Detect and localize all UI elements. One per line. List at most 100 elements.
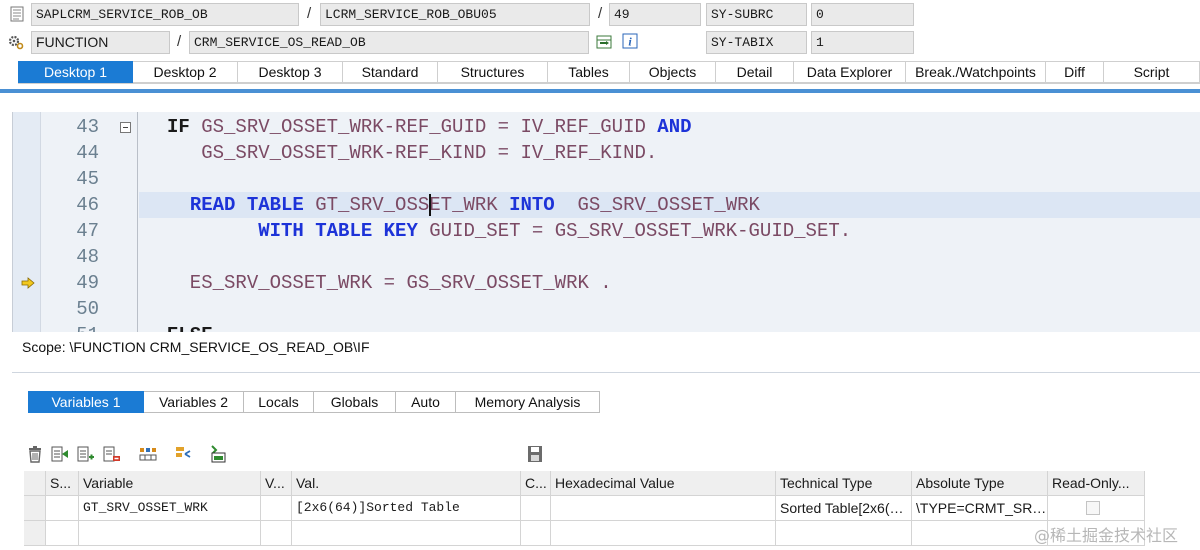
- tab-structures[interactable]: Structures: [438, 61, 548, 83]
- layout-toggle-icon[interactable]: [596, 34, 612, 50]
- empty-cell: [521, 521, 551, 546]
- delete-row-icon[interactable]: [103, 445, 121, 463]
- line-number: 46: [76, 194, 99, 216]
- column-header[interactable]: Val.: [292, 471, 521, 496]
- read-only-checkbox: [1086, 501, 1100, 515]
- hex-value-cell: [551, 496, 776, 521]
- tab-tables[interactable]: Tables: [548, 61, 630, 83]
- keyword: TABLE: [246, 194, 304, 216]
- fold-toggle-icon[interactable]: [120, 122, 131, 133]
- column-header[interactable]: Technical Type: [776, 471, 912, 496]
- variables-tabbar: Variables 1 Variables 2 Locals Globals Auto M…: [28, 391, 600, 413]
- code-token: GT_SRV_OSSET_WRK: [303, 194, 510, 216]
- status-cell: [46, 496, 79, 521]
- sysvar-value-field: 1: [811, 31, 914, 54]
- line-number-field: 49: [609, 3, 701, 26]
- value-cell[interactable]: [2x6(64)]Sorted Table: [292, 496, 521, 521]
- tab-variables-2[interactable]: Variables 2: [144, 391, 244, 413]
- current-statement-arrow-icon: [21, 277, 35, 289]
- code-line[interactable]: 45: [13, 166, 1200, 192]
- pane-divider[interactable]: [12, 372, 1200, 373]
- absolute-type-cell: \TYPE=CRMT_SR…: [912, 496, 1048, 521]
- column-header[interactable]: V...: [261, 471, 292, 496]
- keyword: KEY: [383, 220, 418, 242]
- code-token: GUID_SET = GS_SRV_OSSET_WRK-GUID_SET.: [417, 220, 852, 242]
- line-number: 49: [76, 272, 99, 294]
- tab-desktop-2[interactable]: Desktop 2: [133, 61, 238, 83]
- row-selector[interactable]: [24, 521, 46, 546]
- column-header[interactable]: Variable: [79, 471, 261, 496]
- code-line[interactable]: 44 GS_SRV_OSSET_WRK-REF_KIND = IV_REF_KI…: [13, 140, 1200, 166]
- tab-diff[interactable]: Diff: [1046, 61, 1104, 83]
- column-header[interactable]: Hexadecimal Value: [551, 471, 776, 496]
- layout-icon[interactable]: [139, 445, 157, 463]
- code-line[interactable]: 49 ES_SRV_OSSET_WRK = GS_SRV_OSSET_WRK .: [13, 270, 1200, 296]
- tab-detail[interactable]: Detail: [716, 61, 794, 83]
- column-header[interactable]: S...: [46, 471, 79, 496]
- column-header[interactable]: Absolute Type: [912, 471, 1048, 496]
- tab-break-watchpoints[interactable]: Break./Watchpoints: [906, 61, 1046, 83]
- empty-cell: [261, 521, 292, 546]
- code-text: GS_SRV_OSSET_WRK-REF_KIND = IV_REF_KIND.: [167, 140, 657, 166]
- variable-input-cell[interactable]: [79, 521, 261, 546]
- export-icon[interactable]: [208, 445, 226, 463]
- keyword: IF: [167, 116, 190, 138]
- code-line[interactable]: 48: [13, 244, 1200, 270]
- keyword: WITH: [258, 220, 304, 242]
- sysvar-name-field: SY-SUBRC: [706, 3, 807, 26]
- line-number: 45: [76, 168, 99, 190]
- object-kind-field: FUNCTION: [31, 31, 170, 54]
- scope-label: Scope: \FUNCTION CRM_SERVICE_OS_READ_OB\…: [22, 339, 370, 355]
- tab-memory-analysis[interactable]: Memory Analysis: [456, 391, 600, 413]
- save-icon[interactable]: [526, 445, 544, 463]
- insert-row-icon[interactable]: [51, 445, 69, 463]
- append-row-icon[interactable]: [77, 445, 95, 463]
- empty-cell: [551, 521, 776, 546]
- info-icon[interactable]: i: [622, 33, 638, 49]
- tab-locals[interactable]: Locals: [244, 391, 314, 413]
- row-selector-header[interactable]: [24, 471, 46, 496]
- gear-icon: [8, 35, 24, 50]
- technical-type-cell: Sorted Table[2x6(…: [776, 496, 912, 521]
- view-cell[interactable]: [261, 496, 292, 521]
- empty-cell: [46, 521, 79, 546]
- tab-script[interactable]: Script: [1104, 61, 1200, 83]
- filter-icon[interactable]: [174, 445, 192, 463]
- code-line[interactable]: 51 ELSE: [13, 322, 1200, 332]
- tab-variables-1[interactable]: Variables 1: [28, 391, 144, 413]
- tab-standard[interactable]: Standard: [343, 61, 438, 83]
- tab-desktop-1[interactable]: Desktop 1: [18, 61, 133, 83]
- tab-auto[interactable]: Auto: [396, 391, 456, 413]
- column-header[interactable]: C...: [521, 471, 551, 496]
- code-text: READ TABLE GT_SRV_OSSET_WRK INTO GS_SRV_…: [167, 192, 760, 218]
- empty-cell: [292, 521, 521, 546]
- code-token: GS_SRV_OSSET_WRK-REF_GUID = IV_REF_GUID: [189, 116, 658, 138]
- tab-globals[interactable]: Globals: [314, 391, 396, 413]
- tab-data-explorer[interactable]: Data Explorer: [794, 61, 906, 83]
- code-text: WITH TABLE KEY GUID_SET = GS_SRV_OSSET_W…: [167, 218, 851, 244]
- code-text: IF GS_SRV_OSSET_WRK-REF_GUID = IV_REF_GU…: [167, 114, 692, 140]
- tab-desktop-3[interactable]: Desktop 3: [238, 61, 343, 83]
- source-editor[interactable]: 43 IF GS_SRV_OSSET_WRK-REF_GUID = IV_REF_…: [12, 112, 1200, 332]
- code-token: GS_SRV_OSSET_WRK-REF_KIND = IV_REF_KIND.: [167, 142, 658, 164]
- code-line[interactable]: 46 READ TABLE GT_SRV_OSSET_WRK INTO GS_S…: [13, 192, 1200, 218]
- code-text: ES_SRV_OSSET_WRK = GS_SRV_OSSET_WRK .: [167, 270, 612, 296]
- line-number: 50: [76, 298, 99, 320]
- code-line[interactable]: 50: [13, 296, 1200, 322]
- code-line[interactable]: 43 IF GS_SRV_OSSET_WRK-REF_GUID = IV_REF_…: [13, 114, 1200, 140]
- row-selector[interactable]: [24, 496, 46, 521]
- tab-objects[interactable]: Objects: [630, 61, 716, 83]
- delete-icon[interactable]: [26, 445, 44, 463]
- code-text: ELSE: [167, 322, 213, 332]
- code-line[interactable]: 47 WITH TABLE KEY GUID_SET = GS_SRV_OSSE…: [13, 218, 1200, 244]
- variable-name-cell[interactable]: GT_SRV_OSSET_WRK: [79, 496, 261, 521]
- sysvar-value-field: 0: [811, 3, 914, 26]
- line-number: 43: [76, 116, 99, 138]
- separator: /: [177, 33, 182, 50]
- column-header[interactable]: Read-Only...: [1048, 471, 1145, 496]
- line-number: 48: [76, 246, 99, 268]
- program-icon: [10, 6, 24, 22]
